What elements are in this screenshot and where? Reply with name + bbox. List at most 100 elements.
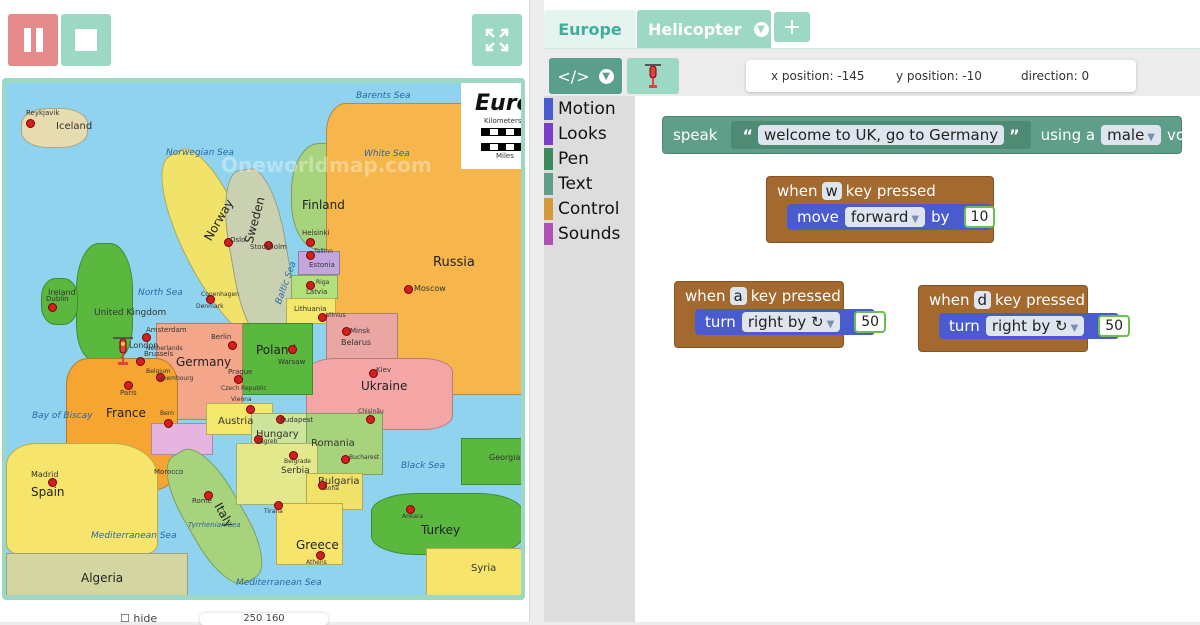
category-pen[interactable]: Pen — [544, 148, 589, 170]
city-helsinki: Helsinki — [302, 229, 330, 237]
stop-icon — [75, 29, 97, 51]
city-vienna-dot — [246, 405, 255, 414]
label-algeria: Algeria — [81, 571, 124, 585]
category-sounds[interactable]: Sounds — [544, 223, 620, 245]
chevron-down-icon: ▼ — [1070, 323, 1079, 334]
add-tab-button[interactable]: + — [774, 12, 810, 42]
key-pressed-label: key pressed — [845, 182, 936, 200]
city-brussels: Brussels — [144, 350, 174, 358]
city-warsaw-dot — [288, 345, 297, 354]
label-finland: Finland — [302, 198, 345, 212]
greece-shape — [276, 503, 343, 565]
city-riga-dot — [306, 281, 315, 290]
city-ankara: Ankara — [402, 513, 424, 520]
speak-text-input[interactable]: welcome to UK, go to Germany — [757, 125, 1005, 145]
category-text[interactable]: Text — [544, 173, 592, 195]
when-label: when — [929, 291, 970, 309]
key-pressed-label: key pressed — [995, 291, 1086, 309]
europe-map[interactable]: Europ Kilometers Miles Oneworldmap.com N… — [6, 83, 521, 595]
label-lithuania: Lithuania — [294, 305, 327, 313]
turn-right-block-a[interactable]: turn right by ↻ ▼ 50 — [695, 309, 887, 335]
turn-direction-dropdown[interactable]: right by ↻ ▼ — [741, 312, 841, 332]
category-control-label: Control — [558, 199, 620, 219]
city-belgrade: Belgrade — [284, 458, 311, 465]
city-oslo: Oslo — [230, 236, 246, 244]
move-amount-input[interactable]: 10 — [963, 206, 996, 228]
label-serbia: Serbia — [281, 466, 310, 476]
pen-color-swatch — [544, 148, 553, 170]
city-berlin-dot — [228, 341, 237, 350]
hide-checkbox-label[interactable]: ☐ hide — [120, 612, 157, 625]
tab-helicopter[interactable]: Helicopter ▼ — [637, 10, 771, 48]
sprite-position-bar: x position: -145 y position: -10 directi… — [746, 60, 1136, 92]
pause-button[interactable] — [8, 14, 58, 66]
label-uk: United Kingdom — [94, 308, 167, 318]
city-riga: Riga — [316, 279, 330, 286]
turn-amount-input[interactable]: 50 — [854, 311, 887, 333]
speak-label: speak — [673, 126, 718, 144]
key-selector-a[interactable]: a — [729, 287, 747, 305]
turn-right-block-d[interactable]: turn right by ↻ ▼ 50 — [939, 313, 1131, 339]
city-moscow: Moscow — [414, 284, 446, 293]
sea-north: North Sea — [138, 288, 183, 298]
direction-dropdown[interactable]: forward ▼ — [844, 207, 926, 227]
motion-color-swatch — [544, 98, 553, 120]
chevron-down-icon[interactable]: ▼ — [753, 21, 769, 37]
label-romania: Romania — [311, 438, 355, 449]
turn-label: turn — [705, 313, 736, 331]
city-amsterdam: Amsterdam — [146, 326, 187, 334]
turn-direction-dropdown[interactable]: right by ↻ ▼ — [985, 316, 1085, 336]
category-looks[interactable]: Looks — [544, 123, 607, 145]
fullscreen-button[interactable] — [472, 14, 522, 66]
label-turkey: Turkey — [421, 523, 461, 537]
city-kiev: Kiev — [376, 366, 391, 374]
voice-label: voice — [1167, 126, 1200, 144]
city-tallinn: Tallinn — [314, 248, 333, 255]
code-view-button[interactable]: </> ▼ — [549, 58, 622, 94]
x-position: x position: -145 — [771, 69, 865, 83]
tab-bar: Europe Helicopter ▼ + — [544, 0, 1200, 49]
direction-value: forward — [850, 208, 909, 226]
city-bern: Bern — [160, 410, 174, 417]
open-quote-icon: “ — [742, 125, 753, 145]
turn-amount-input[interactable]: 50 — [1098, 315, 1131, 337]
city-paris: Paris — [120, 389, 137, 397]
close-quote-icon: ” — [1009, 125, 1020, 145]
map-title: Europ — [475, 91, 521, 116]
label-syria: Syria — [471, 563, 497, 574]
chevron-down-icon: ▼ — [1147, 132, 1155, 143]
sea-med-west: Mediterranean Sea — [91, 531, 177, 541]
city-tirana: Tirana — [264, 508, 283, 515]
city-prague: Prague — [228, 368, 253, 376]
label-georgia: Georgia — [489, 453, 521, 462]
move-forward-block[interactable]: move forward ▼ by 10 — [787, 204, 996, 230]
city-madrid: Madrid — [31, 470, 59, 479]
sea-biscay: Bay of Biscay — [32, 411, 93, 421]
sprite-selector-button[interactable] — [627, 58, 679, 94]
city-london: London — [129, 341, 159, 350]
move-label: move — [797, 208, 839, 226]
key-selector-d[interactable]: d — [973, 291, 992, 309]
tab-europe[interactable]: Europe — [544, 10, 636, 48]
hide-label: hide — [133, 612, 158, 625]
city-luxembourg: Luxembourg — [156, 375, 194, 382]
voice-dropdown[interactable]: male ▼ — [1101, 125, 1161, 145]
speak-block[interactable]: speak “ welcome to UK, go to Germany ” u… — [662, 116, 1200, 154]
category-control[interactable]: Control — [544, 198, 619, 220]
city-chisinau: Chișinău — [358, 408, 384, 415]
code-workspace[interactable] — [635, 96, 1200, 622]
label-germany: Germany — [176, 355, 232, 369]
city-berlin: Berlin — [211, 333, 232, 341]
category-motion[interactable]: Motion — [544, 98, 616, 120]
scale-label-km: Kilometers — [484, 117, 521, 125]
fullscreen-icon — [485, 28, 509, 52]
using-label: using a — [1040, 126, 1096, 144]
city-minsk: Minsk — [350, 327, 371, 335]
city-vilnius: Vilnius — [326, 312, 346, 319]
stop-button[interactable] — [61, 14, 111, 66]
key-selector-w[interactable]: w — [821, 182, 842, 200]
speak-text-slot[interactable]: “ welcome to UK, go to Germany ” — [731, 121, 1031, 149]
text-color-swatch — [544, 173, 553, 195]
pause-icon — [23, 28, 43, 52]
chevron-down-icon: ▼ — [911, 214, 920, 225]
